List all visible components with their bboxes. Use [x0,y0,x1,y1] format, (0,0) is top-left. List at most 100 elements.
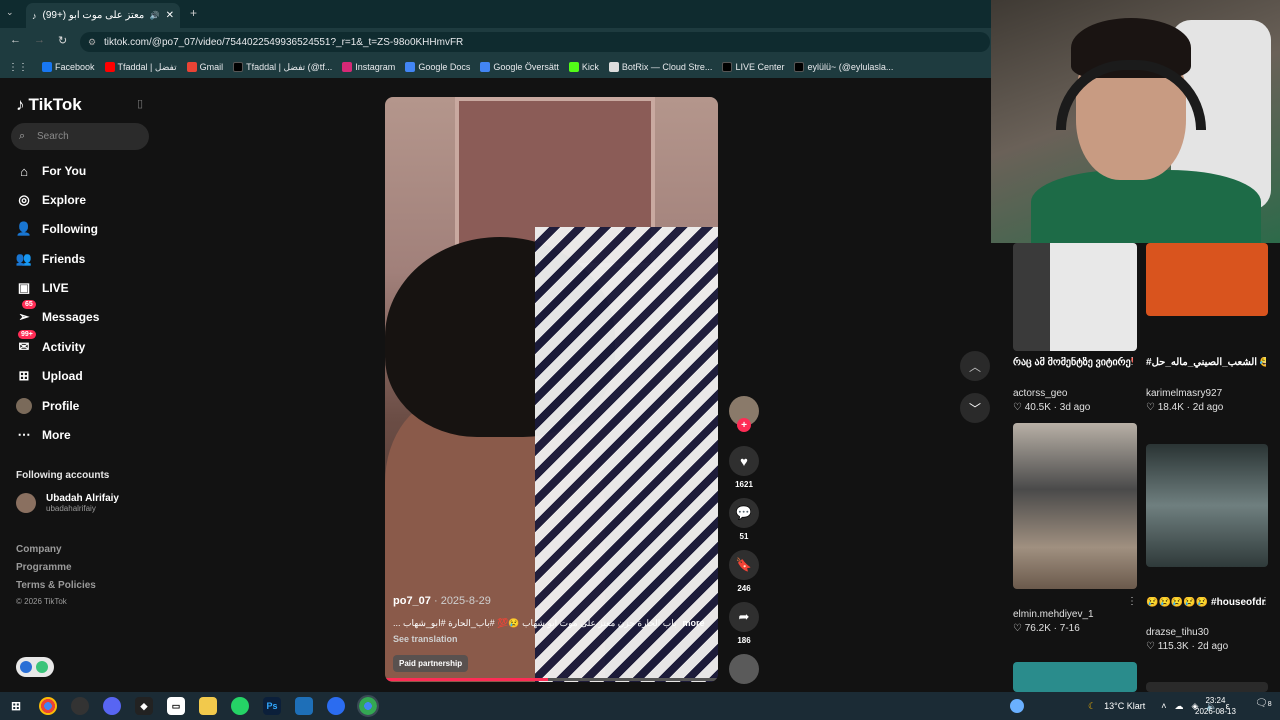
caption-more-link[interactable]: more [683,618,705,629]
recommended-thumbnail[interactable] [1013,243,1137,351]
bookmark-instagram[interactable]: Instagram [342,62,395,72]
creator-avatar[interactable]: + [729,396,759,432]
bookmark-gmail[interactable]: Gmail [186,62,223,72]
tab-close-icon[interactable]: ✕ [166,10,174,21]
more-options-icon[interactable]: ⋮ [1127,356,1137,367]
forward-icon[interactable]: → [34,34,45,46]
app-icon[interactable] [295,697,313,715]
chrome-icon[interactable] [39,697,57,715]
site-info-icon[interactable]: ⚙ [88,37,96,48]
music-disc[interactable] [729,654,759,684]
bookmark-tiktok[interactable]: Tfaddal | تفضل (@tf... [233,62,332,73]
weather-text[interactable]: 13°C Klart [1104,701,1145,711]
follow-plus-icon[interactable]: + [737,418,751,432]
bookmark-translate[interactable]: Google Översätt [480,62,559,72]
nav-label: Messages [42,310,100,324]
recommended-title[interactable]: რაც ამ მომენტზე ვიტირე❤️ 🩹 #cukur... [1013,357,1133,368]
recommended-thumbnail[interactable] [1146,682,1268,692]
bookmark-google-docs[interactable]: Google Docs [405,62,470,72]
get-app-toggle[interactable] [16,657,54,677]
nav-messages[interactable]: ➢ 65 Messages [16,300,166,329]
share-icon[interactable]: ➦ [729,602,759,632]
save-count: 246 [737,584,751,593]
bookmark-live-center[interactable]: LIVE Center [722,62,784,72]
footer-company[interactable]: Company [16,544,62,555]
bookmark-youtube[interactable]: Tfaddal | تفضل [104,62,177,73]
recommended-stats: ♡ 76.2K · 7-16 [1013,623,1080,634]
new-tab-button[interactable]: + [190,6,197,20]
tray-chevron-icon[interactable]: ˄ [1161,701,1166,711]
bookmark-botrix[interactable]: BotRix — Cloud Stre... [608,62,712,72]
bookmark-kick[interactable]: Kick [568,62,599,72]
video-player[interactable]: po7_07 · 2025-8-29 باب الحارة حزن معتز ع… [385,97,718,682]
search-icon: ⌕ [19,130,26,142]
nav-activity[interactable]: ✉ 99+ Activity [16,330,166,359]
capcut-icon[interactable]: ◆ [135,697,153,715]
docs-icon [405,62,416,72]
tab-search-icon[interactable]: ⌄ [6,7,14,18]
video-progress-bar[interactable] [385,678,718,681]
more-options-icon[interactable]: ⋮ [1127,596,1137,607]
windows-start-icon[interactable]: ⊞ [7,697,25,715]
previous-video-button[interactable]: ︿ [960,351,990,381]
footer-terms[interactable]: Terms & Policies [16,580,96,591]
heart-icon[interactable]: ♥ [729,446,759,476]
file-explorer-icon[interactable] [199,697,217,715]
app-icon[interactable]: ▭ [167,697,185,715]
following-account-item[interactable]: Ubadah Alrifaiy ubadahalrifaiy [16,493,119,513]
copilot-icon[interactable] [1010,699,1024,713]
video-author[interactable]: po7_07 · 2025-8-29 [393,595,491,607]
like-action[interactable]: ♥ 1621 [729,446,759,489]
cloud-icon[interactable]: ☁ [1174,701,1183,712]
nav-explore[interactable]: ◎ Explore [16,188,166,212]
discord-icon[interactable] [103,697,121,715]
nav-more[interactable]: ⋯ More [16,423,166,447]
nav-following[interactable]: 👤 Following [16,217,166,241]
following-accounts-header: Following accounts [16,470,110,481]
recommended-title[interactable]: #الشعب_الصيني_ماله_حل 😂😂 ... [1146,357,1266,368]
see-translation-link[interactable]: See translation [393,634,458,644]
app-icon[interactable] [327,697,345,715]
bookmark-facebook[interactable]: Facebook [42,62,95,72]
recommended-thumbnail[interactable] [1013,423,1137,589]
recommended-user[interactable]: karimelmasry927 [1146,388,1222,399]
recommended-title[interactable]: 😢😢😢😢😢 #houseofdragons... [1146,597,1266,608]
share-action[interactable]: ➦ 186 [729,602,759,645]
whatsapp-icon[interactable] [231,697,249,715]
url-field[interactable]: ⚙ tiktok.com/@po7_07/video/7544022549936… [80,32,990,52]
video-username: po7_07 [393,595,431,607]
nav-profile[interactable]: Profile [16,394,166,418]
nav-upload[interactable]: ⊞ Upload [16,364,166,388]
recommended-thumbnail[interactable] [1146,243,1268,316]
taskbar-clock[interactable]: 23:24 2026-08-13 [1195,695,1236,717]
more-options-icon[interactable]: ⋮ [1260,356,1270,367]
nav-friends[interactable]: 👥 Friends [16,247,166,271]
recommended-user[interactable]: actorss_geo [1013,388,1067,399]
bookmark-eylul[interactable]: eylülü~ (@eylulasla... [794,62,893,72]
recommended-user[interactable]: drazse_tihu30 [1146,627,1209,638]
chrome-active-icon[interactable] [357,695,379,717]
next-video-button[interactable]: ﹀ [960,393,990,423]
tiktok-logo[interactable]: ♪ TikTok [16,95,82,115]
tab-audio-icon[interactable]: 🔊 [150,11,160,20]
comment-action[interactable]: 💬 51 [729,498,759,541]
obs-icon[interactable] [71,697,89,715]
back-icon[interactable]: ← [10,34,21,46]
recommended-thumbnail[interactable] [1146,444,1268,567]
search-input[interactable]: ⌕ Search [11,123,149,150]
comment-icon[interactable]: 💬 [729,498,759,528]
notifications-icon[interactable]: 🗨8 [1255,698,1272,709]
bookmark-icon[interactable]: 🔖 [729,550,759,580]
apps-grid-icon[interactable]: ⋮⋮ [8,62,28,73]
browser-tab-active[interactable]: ♪ (99+) حزن معتز على موت ابو 🔊 ✕ [26,3,180,28]
nav-for-you[interactable]: ⌂ For You [16,159,166,183]
save-action[interactable]: 🔖 246 [729,550,759,593]
reload-icon[interactable]: ↻ [58,34,67,47]
recommended-thumbnail[interactable] [1013,662,1137,692]
recommended-user[interactable]: elmin.mehdiyev_1 [1013,609,1094,620]
photoshop-icon[interactable]: Ps [263,697,281,715]
nav-live[interactable]: ▣ LIVE [16,276,166,300]
collapse-sidebar-icon[interactable]: ▯ [137,97,143,110]
search-placeholder: Search [37,131,69,142]
footer-programme[interactable]: Programme [16,562,72,573]
